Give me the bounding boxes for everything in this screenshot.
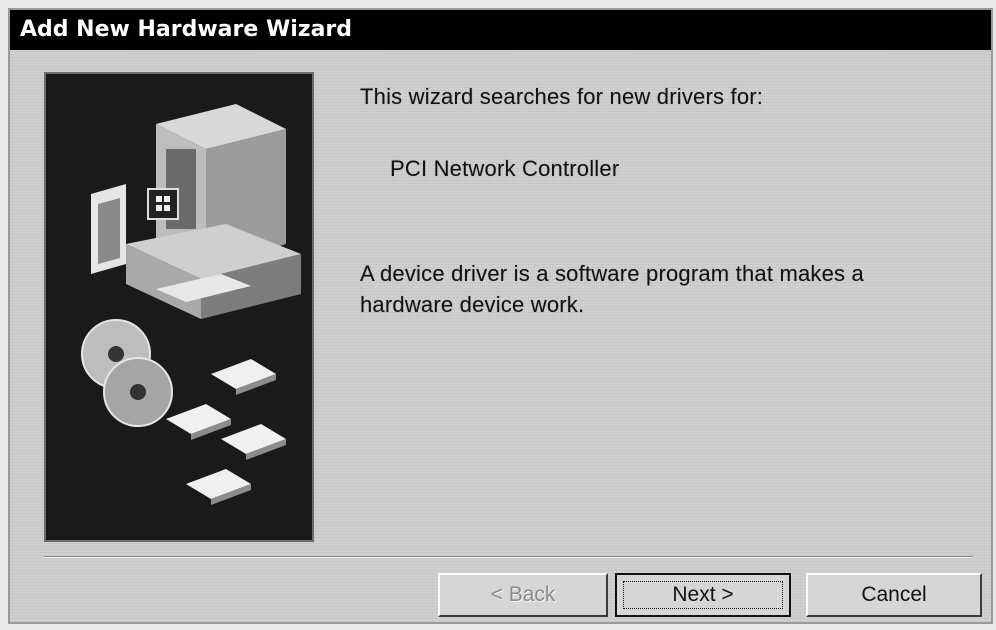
description-text: A device driver is a software program th…: [360, 261, 864, 317]
separator: [44, 556, 973, 558]
device-name: PCI Network Controller: [390, 156, 620, 181]
title-bar: Add New Hardware Wizard: [10, 10, 991, 50]
computer-with-disks-icon: [44, 72, 314, 542]
back-button[interactable]: < Back: [438, 573, 608, 617]
cancel-button[interactable]: Cancel: [806, 573, 982, 617]
next-button-label: Next >: [672, 583, 734, 606]
wizard-dialog: Add New Hardware Wizard This wizard sear…: [8, 8, 993, 624]
next-button[interactable]: Next >: [615, 573, 791, 617]
intro-text: This wizard searches for new drivers for…: [360, 84, 764, 109]
